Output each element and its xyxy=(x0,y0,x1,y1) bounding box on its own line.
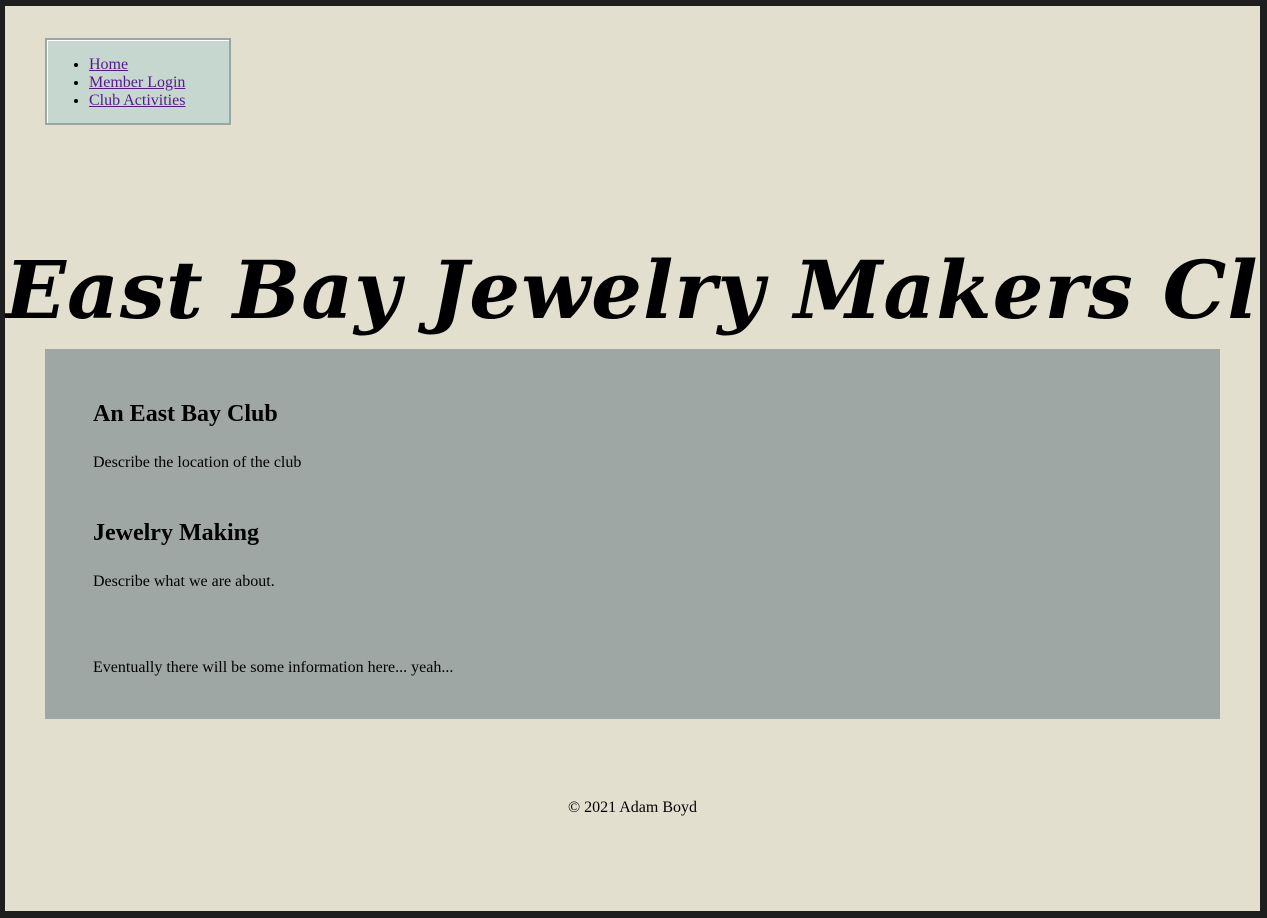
browser-window: Home Member Login Club Activities East B… xyxy=(0,0,1267,918)
info-note: Eventually there will be some informatio… xyxy=(93,659,454,676)
section-heading-jewelry: Jewelry Making xyxy=(93,520,259,546)
web-page: Home Member Login Club Activities East B… xyxy=(5,6,1260,911)
footer-copyright: © 2021 Adam Boyd xyxy=(567,799,698,816)
nav-menu: Home Member Login Club Activities xyxy=(45,38,231,125)
nav-item-member-login: Member Login xyxy=(89,74,185,92)
section-heading-club: An East Bay Club xyxy=(93,401,278,427)
main-content-panel: An East Bay Club Describe the location o… xyxy=(45,349,1220,719)
section-text-jewelry: Describe what we are about. xyxy=(93,573,275,590)
nav-list: Home Member Login Club Activities xyxy=(47,56,185,110)
nav-item-home: Home xyxy=(89,56,185,74)
member-login-link[interactable]: Member Login xyxy=(89,74,185,91)
club-activities-link[interactable]: Club Activities xyxy=(89,92,185,109)
section-text-club: Describe the location of the club xyxy=(93,454,302,471)
nav-item-club-activities: Club Activities xyxy=(89,92,185,110)
home-link[interactable]: Home xyxy=(89,56,128,73)
site-title: East Bay Jewelry Makers Club xyxy=(5,242,1260,337)
